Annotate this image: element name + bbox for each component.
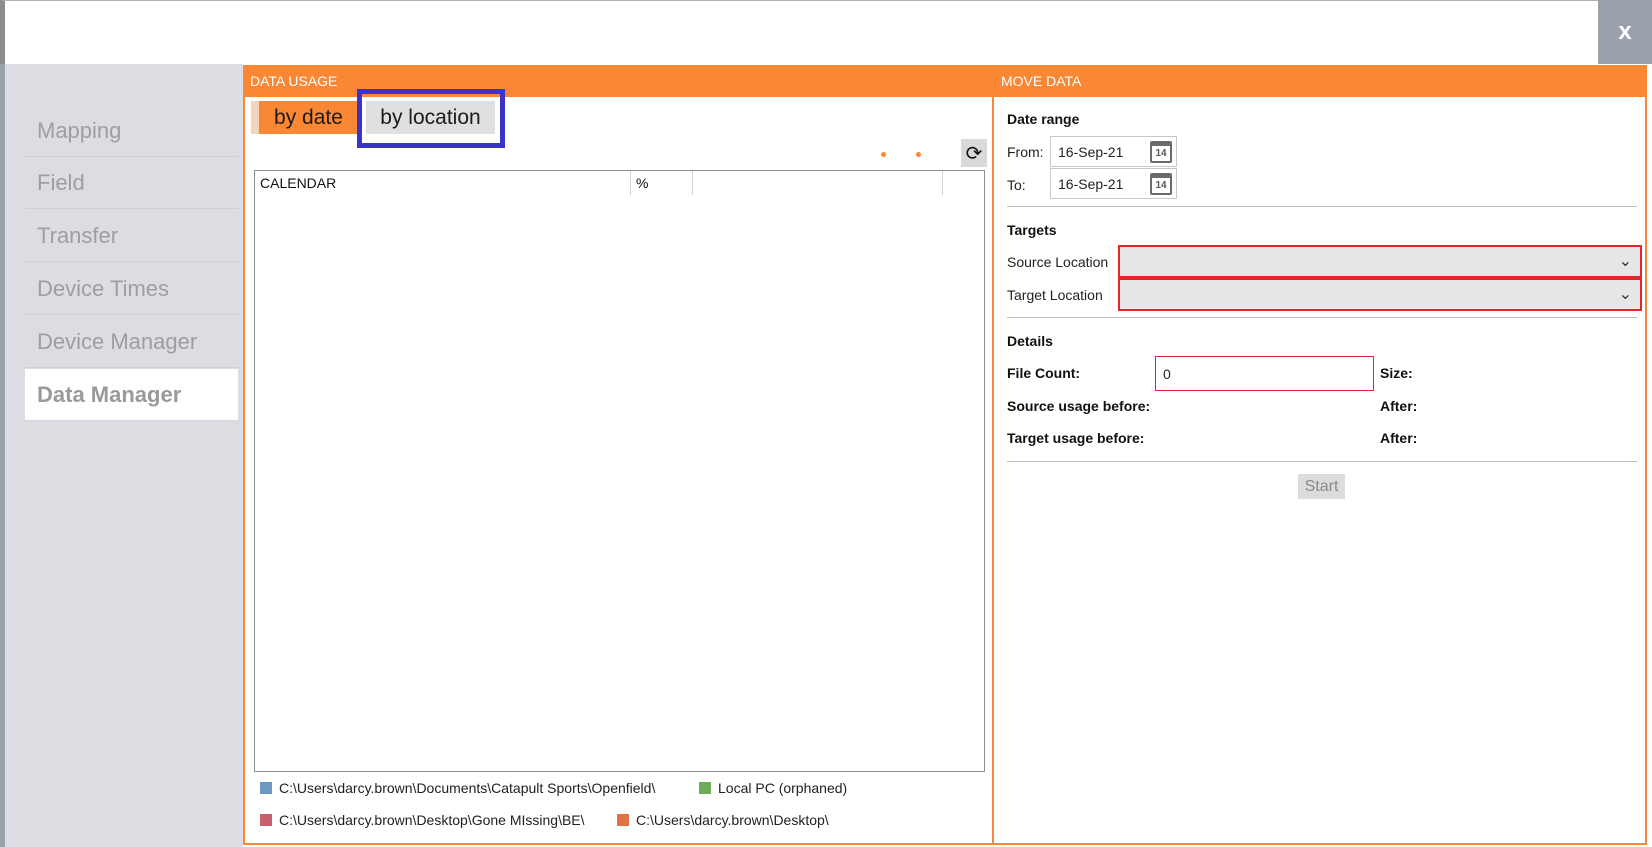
from-label: From: xyxy=(1007,144,1044,160)
column-header-calendar[interactable]: CALENDAR xyxy=(255,171,631,195)
sidebar-item-label: Field xyxy=(37,169,85,195)
sidebar-item-device-times[interactable]: Device Times xyxy=(25,263,238,315)
legend-item: C:\Users\darcy.brown\Desktop\Gone MIssin… xyxy=(260,811,585,829)
target-location-select[interactable]: ⌄ xyxy=(1118,278,1642,311)
to-label: To: xyxy=(1007,177,1026,193)
column-header-blank[interactable] xyxy=(943,171,984,195)
sidebar-item-field[interactable]: Field xyxy=(25,157,238,209)
loading-dot xyxy=(916,152,921,157)
legend-item: C:\Users\darcy.brown\Documents\Catapult … xyxy=(260,779,655,797)
legend-item: Local PC (orphaned) xyxy=(699,779,847,797)
to-date-field[interactable]: 16-Sep-21 14 xyxy=(1050,168,1177,199)
file-count-value: 0 xyxy=(1163,365,1171,382)
date-range-title: Date range xyxy=(1007,111,1080,127)
legend-label: Local PC (orphaned) xyxy=(718,780,848,796)
sidebar-item-label: Device Manager xyxy=(37,328,198,354)
target-usage-after-label: After: xyxy=(1380,430,1418,446)
to-date-value: 16-Sep-21 xyxy=(1058,175,1124,192)
close-button[interactable]: x xyxy=(1598,0,1652,64)
sidebar-item-data-manager[interactable]: Data Manager xyxy=(25,369,238,421)
legend-swatch xyxy=(617,814,629,826)
tab-by-date[interactable]: by date xyxy=(251,101,358,134)
legend-label: C:\Users\darcy.brown\Documents\Catapult … xyxy=(279,780,656,796)
data-usage-title: DATA USAGE xyxy=(250,73,338,89)
sidebar-item-label: Mapping xyxy=(37,117,122,143)
start-label: Start xyxy=(1304,477,1339,495)
column-header-percent[interactable]: % xyxy=(631,171,693,195)
tab-label: by location xyxy=(380,105,481,129)
from-date-value: 16-Sep-21 xyxy=(1058,143,1124,160)
section-divider xyxy=(1007,206,1637,207)
file-count-label: File Count: xyxy=(1007,365,1081,381)
loading-dot xyxy=(881,152,886,157)
close-icon: x xyxy=(1618,18,1632,45)
chevron-down-icon: ⌄ xyxy=(1618,253,1632,270)
tab-by-location[interactable]: by location xyxy=(366,101,495,134)
source-location-label: Source Location xyxy=(1007,254,1109,270)
title-bar xyxy=(5,1,1598,63)
legend-label: C:\Users\darcy.brown\Desktop\ xyxy=(636,812,829,828)
sidebar-item-transfer[interactable]: Transfer xyxy=(25,210,238,262)
sidebar-item-label: Transfer xyxy=(37,222,119,248)
targets-title: Targets xyxy=(1007,222,1057,238)
column-header-blank[interactable] xyxy=(693,171,943,195)
move-data-title: MOVE DATA xyxy=(1001,73,1082,89)
calendar-icon[interactable]: 14 xyxy=(1150,141,1172,163)
calendar-icon[interactable]: 14 xyxy=(1150,173,1172,195)
usage-table: CALENDAR % xyxy=(254,170,985,772)
refresh-button[interactable]: ⟳ xyxy=(961,139,987,167)
legend-swatch xyxy=(260,814,272,826)
legend-item: C:\Users\darcy.brown\Desktop\ xyxy=(617,811,829,829)
tab-label: by date xyxy=(274,105,343,129)
move-data-panel xyxy=(994,97,1647,845)
from-date-field[interactable]: 16-Sep-21 14 xyxy=(1050,136,1177,167)
legend-swatch xyxy=(260,782,272,794)
legend-label: C:\Users\darcy.brown\Desktop\Gone MIssin… xyxy=(279,812,585,828)
size-label: Size: xyxy=(1380,365,1413,381)
source-usage-after-label: After: xyxy=(1380,398,1418,414)
refresh-icon: ⟳ xyxy=(965,142,983,165)
start-button[interactable]: Start xyxy=(1298,474,1345,499)
legend-swatch xyxy=(699,782,711,794)
details-title: Details xyxy=(1007,333,1053,349)
move-data-header: MOVE DATA xyxy=(994,65,1647,97)
sidebar-item-mapping[interactable]: Mapping xyxy=(25,105,238,157)
sidebar-item-label: Data Manager xyxy=(37,381,182,407)
chevron-down-icon: ⌄ xyxy=(1618,286,1632,303)
source-usage-before-label: Source usage before: xyxy=(1007,398,1151,414)
source-location-select[interactable]: ⌄ xyxy=(1118,245,1642,278)
target-usage-before-label: Target usage before: xyxy=(1007,430,1145,446)
section-divider xyxy=(1007,461,1637,462)
sidebar-item-label: Device Times xyxy=(37,275,170,301)
data-usage-header: DATA USAGE xyxy=(243,65,994,97)
target-location-label: Target Location xyxy=(1007,287,1103,303)
sidebar-item-device-manager[interactable]: Device Manager xyxy=(25,316,238,368)
file-count-field[interactable]: 0 xyxy=(1155,356,1374,391)
section-divider xyxy=(1007,317,1637,318)
